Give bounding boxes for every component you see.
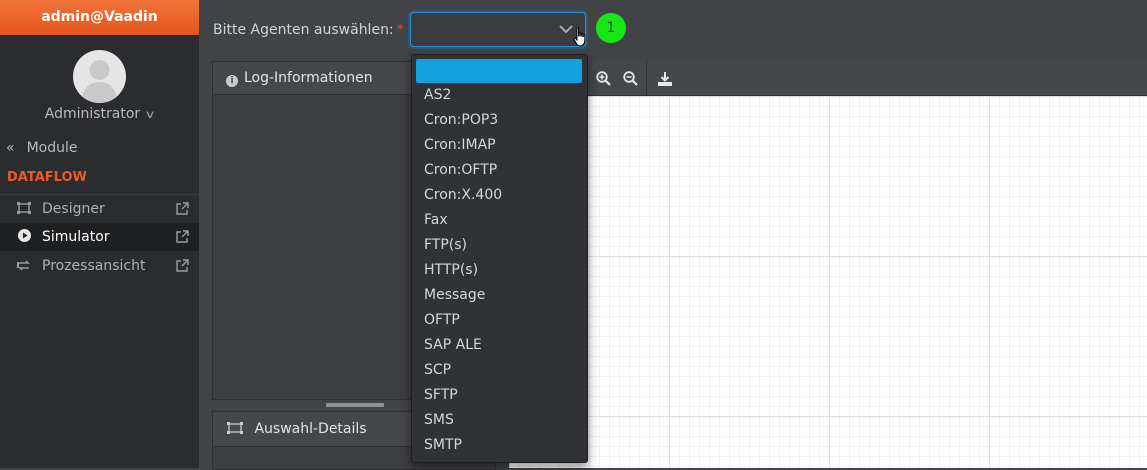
agent-dropdown-list: AS2 Cron:POP3 Cron:IMAP Cron:OFTP Cron:X… [411, 54, 588, 463]
option-item[interactable]: SCP [412, 358, 587, 383]
role-label: Administrator [44, 106, 141, 122]
canvas-toolbar [586, 61, 1147, 96]
external-link-icon[interactable] [176, 195, 192, 223]
info-icon: i [226, 75, 238, 87]
sidebar-item-label: Prozessansicht [42, 258, 146, 274]
zoom-out-button[interactable] [613, 61, 647, 95]
log-panel-title: Log-Informationen [244, 70, 373, 86]
modules-link[interactable]: « Module [6, 140, 78, 156]
option-item[interactable]: SMTP [412, 433, 587, 458]
option-item[interactable]: OFTP [412, 308, 587, 333]
step-badge: 1 [596, 13, 626, 43]
toolbar-divider [646, 61, 647, 95]
option-item[interactable]: SAP ALE [412, 333, 587, 358]
zoom-in-icon [595, 71, 611, 86]
agent-select-label: Bitte Agenten auswählen: * [213, 22, 404, 38]
sidebar-item-label: Simulator [42, 229, 110, 245]
double-chevron-left-icon: « [6, 140, 15, 156]
designer-icon [16, 195, 32, 223]
option-item[interactable]: Cron:X.400 [412, 183, 587, 208]
external-link-icon[interactable] [176, 252, 192, 280]
sidebar-item-designer[interactable]: Designer [0, 194, 199, 223]
option-item[interactable]: Cron:OFTP [412, 158, 587, 183]
option-item[interactable]: Cron:POP3 [412, 108, 587, 133]
section-title: DATAFLOW [7, 170, 87, 185]
agent-label-text: Bitte Agenten auswählen: [213, 22, 394, 38]
sidebar-item-label: Designer [42, 201, 105, 217]
process-icon [16, 252, 32, 280]
download-button[interactable] [648, 61, 682, 95]
role-menu[interactable]: Administrator ∨ [0, 106, 199, 122]
zoom-out-icon [622, 71, 638, 86]
empty-option-highlighted[interactable] [416, 59, 582, 83]
avatar[interactable] [73, 50, 126, 103]
option-item[interactable]: Cron:IMAP [412, 133, 587, 158]
modules-label: Module [26, 140, 78, 156]
option-item[interactable]: FTP(s) [412, 233, 587, 258]
sidebar-item-simulator[interactable]: Simulator [0, 223, 199, 251]
log-panel: i Log-Informationen [212, 61, 414, 400]
panel-splitter-handle[interactable] [326, 403, 384, 407]
selection-icon [227, 422, 243, 434]
option-item[interactable]: AS2 [412, 83, 587, 108]
external-link-icon[interactable] [176, 223, 192, 251]
option-item[interactable]: SMS [412, 408, 587, 433]
option-item[interactable]: Fax [412, 208, 587, 233]
option-item[interactable]: SFTP [412, 383, 587, 408]
user-name[interactable]: admin@Vaadin [0, 0, 199, 35]
user-silhouette-icon [81, 60, 118, 103]
chevron-down-icon: ∨ [144, 108, 156, 121]
details-panel-title: Auswahl-Details [254, 421, 367, 437]
chevron-down-icon [559, 25, 573, 34]
download-icon [658, 72, 672, 86]
agent-select[interactable] [410, 12, 586, 47]
option-item[interactable]: Message [412, 283, 587, 308]
hand-cursor-icon [573, 27, 586, 47]
option-list: AS2 Cron:POP3 Cron:IMAP Cron:OFTP Cron:X… [412, 83, 587, 458]
required-mark: * [396, 22, 404, 38]
option-item[interactable]: HTTP(s) [412, 258, 587, 283]
diagram-canvas[interactable] [509, 96, 1147, 468]
sidebar-item-prozessansicht[interactable]: Prozessansicht [0, 252, 199, 280]
log-panel-header: i Log-Informationen [213, 62, 413, 95]
sidebar: admin@Vaadin Administrator ∨ « Module DATA… [0, 0, 199, 468]
play-circle-icon [16, 223, 32, 251]
